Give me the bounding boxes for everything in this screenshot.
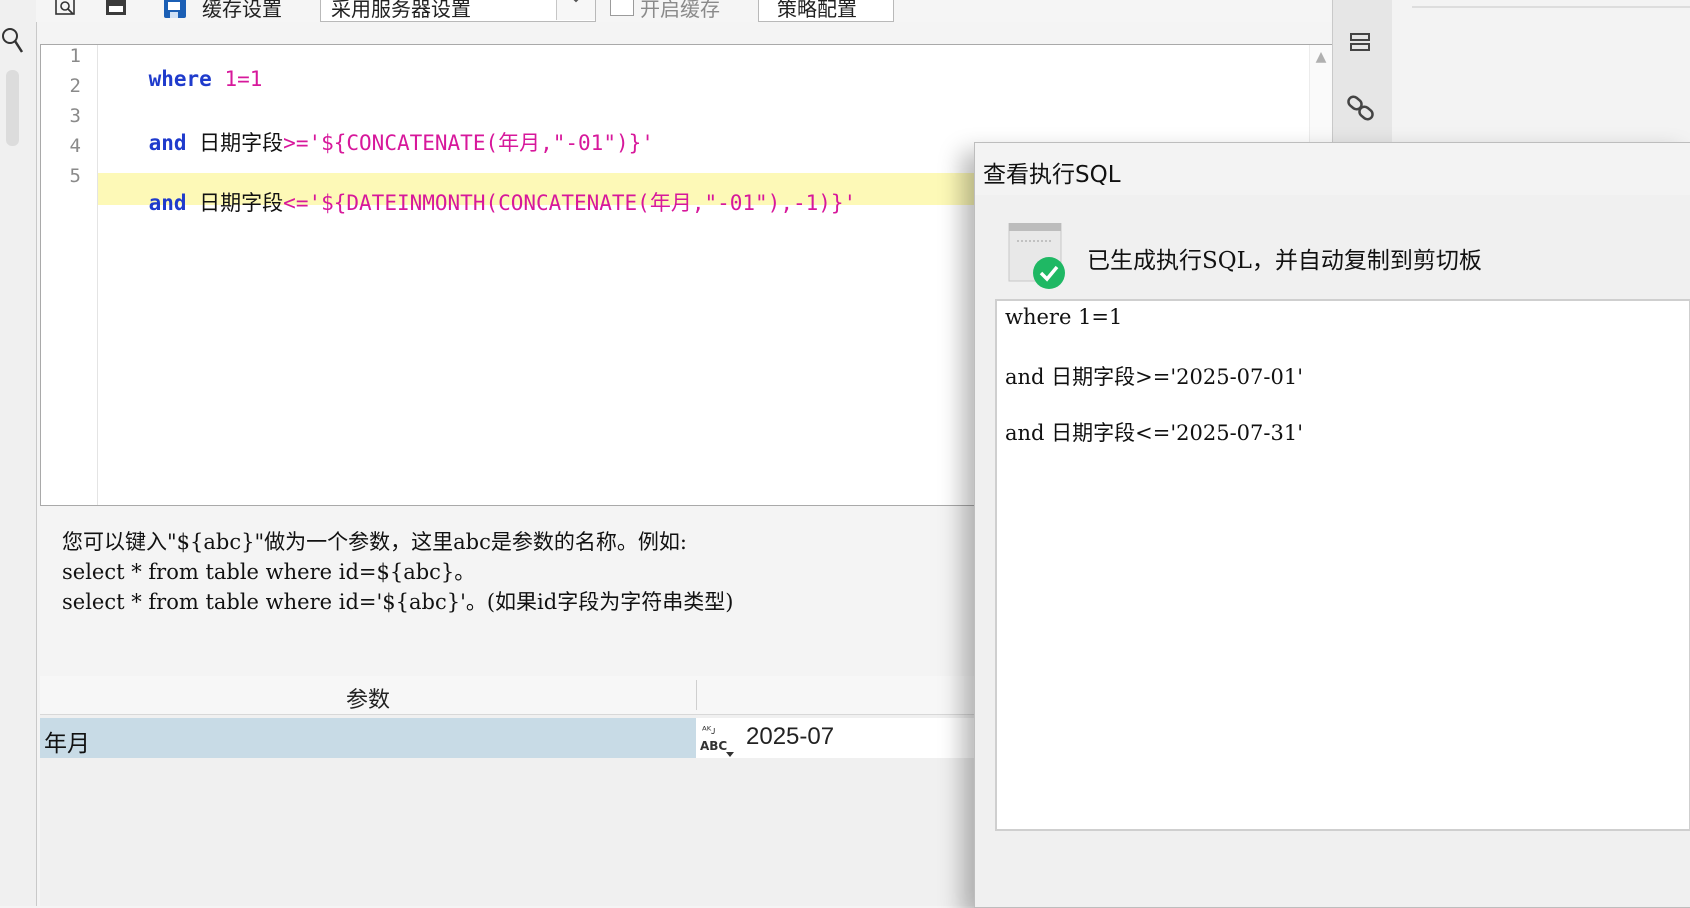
sql-line: and 日期字段<='2025-07-31' [1005, 421, 1303, 445]
line-number: 5 [69, 165, 81, 187]
dialog-title: 查看执行SQL [983, 162, 1121, 188]
align-icon[interactable] [1347, 32, 1375, 58]
code-string: <='${DATEINMONTH(CONCATENATE(年月,"-01"),-… [283, 191, 857, 215]
dialog-message: 已生成执行SQL，并自动复制到剪切板 [1087, 248, 1482, 274]
save-icon[interactable] [162, 0, 186, 18]
link-icon[interactable] [1345, 92, 1379, 126]
find-icon[interactable] [54, 0, 78, 18]
help-text-line: select * from table where id='${abc}'。(如… [62, 590, 734, 614]
cache-dropdown-button[interactable] [556, 0, 595, 20]
cache-setting-select[interactable]: 采用服务器设置 [320, 0, 596, 22]
enable-cache-label: 开启缓存 [640, 0, 720, 21]
type-abc-icon[interactable]: ᴬᴷᴊ ABC [696, 720, 740, 758]
right-top-area [1392, 0, 1690, 142]
code-line: and 日期字段<='${DATEINMONTH(CONCATENATE(年月,… [98, 163, 857, 241]
column-divider[interactable] [696, 680, 697, 710]
cache-select-value: 采用服务器设置 [331, 0, 471, 21]
dropdown-arrow-icon [573, 0, 579, 3]
search-icon[interactable] [2, 26, 24, 56]
success-check-icon [1008, 223, 1065, 289]
sql-keyword: where [148, 67, 212, 91]
scroll-up-icon[interactable]: ▲ [1311, 49, 1331, 69]
code-field: 日期字段 [186, 131, 284, 155]
sql-icon[interactable] [104, 0, 128, 18]
line-number: 1 [69, 45, 81, 67]
help-text-line: 您可以键入"${abc}"做为一个参数，这里abc是参数的名称。例如: [62, 530, 687, 554]
line-number-gutter: 1 2 3 4 5 [41, 45, 98, 505]
code-field: 日期字段 [186, 191, 284, 215]
code-text: 1=1 [211, 67, 263, 91]
enable-cache-checkbox[interactable] [610, 0, 634, 16]
strategy-config-button[interactable]: 策略配置 [758, 0, 894, 22]
view-sql-dialog: 查看执行SQL 已生成执行SQL，并自动复制到剪切板 where 1=1 and… [974, 142, 1690, 908]
param-value-input[interactable]: 2025-07 [746, 723, 834, 751]
line-number: 2 [69, 75, 81, 97]
line-number: 3 [69, 105, 81, 127]
param-name-cell[interactable]: 年月 [40, 718, 696, 758]
right-side-panel [1332, 0, 1393, 160]
svg-text:ᴬᴷᴊ: ᴬᴷᴊ [702, 724, 716, 737]
param-name: 年月 [44, 731, 90, 757]
svg-text:ABC: ABC [700, 739, 727, 753]
code-string: >='${CONCATENATE(年月,"-01")}' [283, 131, 654, 155]
sql-line: and 日期字段>='2025-07-01' [1005, 365, 1303, 389]
cache-setting-label: 缓存设置 [202, 0, 282, 21]
strategy-config-label: 策略配置 [777, 0, 857, 21]
dialog-titlebar[interactable]: 查看执行SQL [975, 143, 1690, 195]
sql-keyword: and [148, 131, 187, 155]
generated-sql-textarea[interactable]: where 1=1 and 日期字段>='2025-07-01' and 日期字… [995, 299, 1690, 831]
sql-keyword: and [148, 191, 187, 215]
sql-line: where 1=1 [1005, 305, 1123, 329]
help-text-line: select * from table where id=${abc}。 [62, 560, 476, 584]
param-column-header: 参数 [345, 688, 390, 713]
line-number: 4 [69, 135, 81, 157]
left-scrollbar-thumb[interactable] [6, 70, 19, 146]
divider [1412, 6, 1690, 8]
left-tool-strip [0, 0, 37, 906]
